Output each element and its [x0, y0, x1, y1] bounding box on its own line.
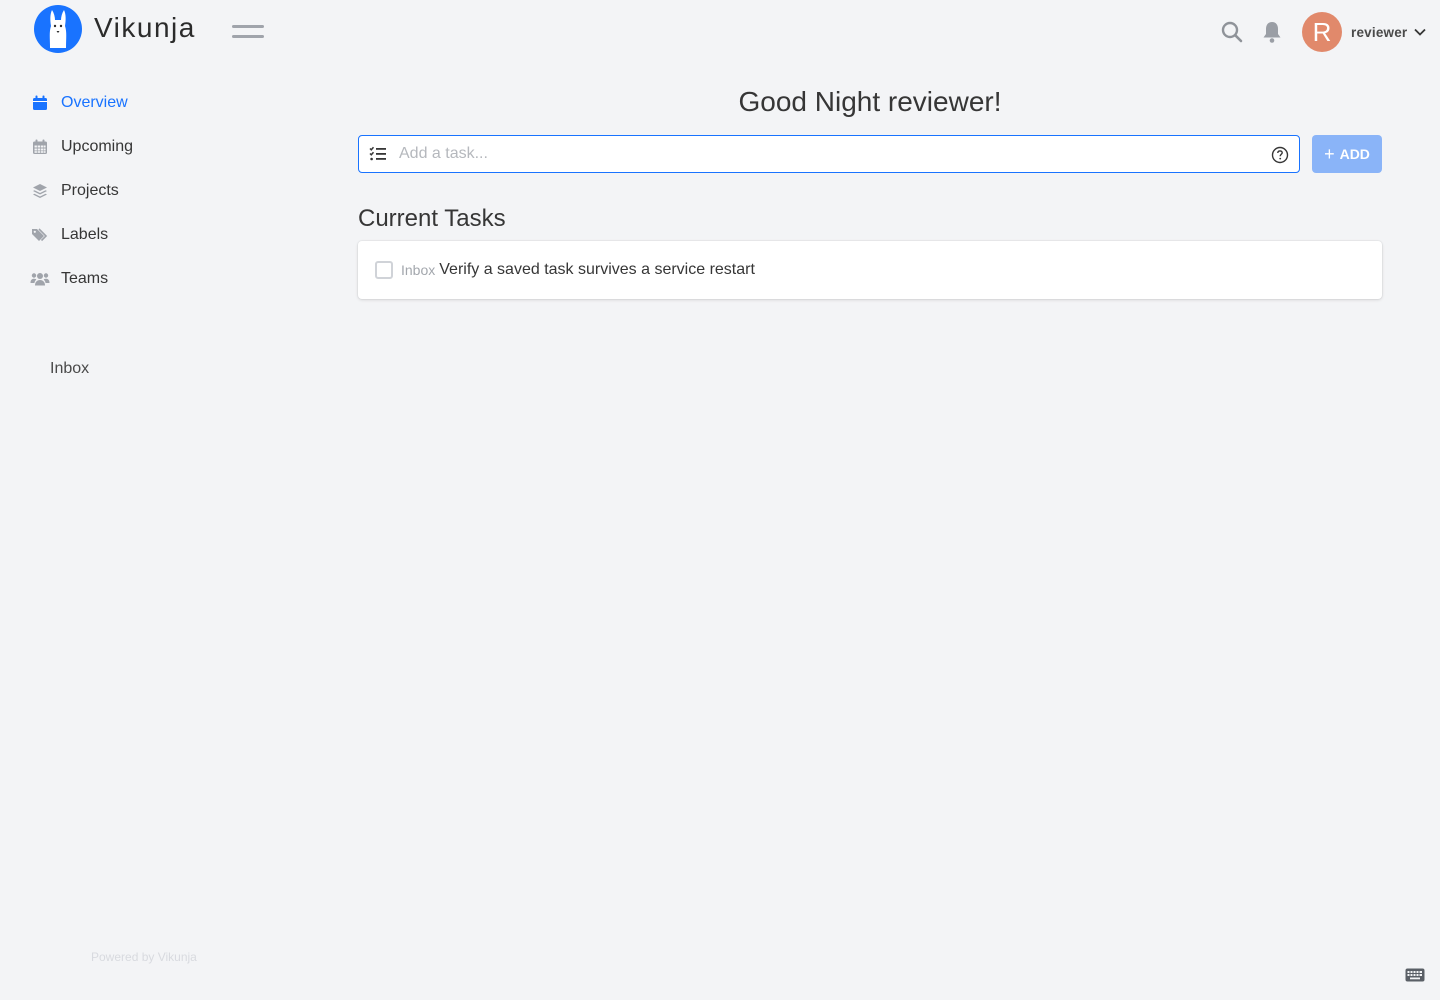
sidebar-item-label: Teams	[61, 270, 109, 287]
task-project-link[interactable]: Inbox	[401, 262, 435, 278]
calendar-icon	[30, 94, 50, 112]
plus-icon: +	[1324, 143, 1335, 164]
section-title: Current Tasks	[358, 205, 506, 232]
sidebar-item-overview[interactable]: Overview	[30, 90, 128, 116]
vikunja-logo[interactable]	[33, 4, 83, 54]
powered-by-footer[interactable]: Powered by Vikunja	[91, 950, 197, 964]
tags-icon	[30, 226, 50, 244]
add-task-button[interactable]: + ADD	[1312, 135, 1382, 173]
hamburger-line	[232, 35, 264, 38]
help-icon[interactable]	[1271, 146, 1289, 164]
username[interactable]: reviewer	[1351, 25, 1407, 40]
sidebar-item-label: Overview	[61, 94, 128, 111]
hamburger-line	[232, 25, 264, 28]
task-item[interactable]: Inbox Verify a saved task survives a ser…	[375, 261, 755, 279]
sidebar-item-projects[interactable]: Projects	[30, 178, 119, 204]
user-menu[interactable]: R reviewer	[1302, 12, 1427, 52]
layers-icon	[30, 182, 50, 200]
sidebar-item-teams[interactable]: Teams	[30, 266, 108, 292]
calendar-grid-icon	[30, 138, 50, 156]
sidebar-item-label: Projects	[61, 182, 119, 199]
chevron-down-icon[interactable]	[1413, 25, 1427, 39]
task-done-checkbox[interactable]	[375, 261, 393, 279]
top-navbar: Vikunja R reviewer	[0, 0, 1440, 64]
menu-toggle-button[interactable]	[230, 22, 266, 42]
search-icon[interactable]	[1220, 20, 1244, 44]
sidebar-item-label: Upcoming	[61, 138, 134, 155]
sidebar-project-inbox[interactable]: Inbox	[50, 360, 89, 378]
sidebar-item-labels[interactable]: Labels	[30, 222, 108, 248]
sidebar-item-upcoming[interactable]: Upcoming	[30, 134, 133, 160]
sidebar-item-label: Labels	[61, 226, 109, 243]
keyboard-icon[interactable]	[1405, 968, 1425, 982]
add-button-label: ADD	[1339, 146, 1370, 162]
page-title: Good Night reviewer!	[738, 86, 1002, 117]
task-list-card: Inbox Verify a saved task survives a ser…	[358, 241, 1382, 299]
add-task-input[interactable]	[399, 142, 1259, 166]
avatar[interactable]: R	[1302, 12, 1342, 52]
bell-icon[interactable]	[1261, 20, 1283, 44]
task-list-icon	[369, 146, 386, 161]
task-title[interactable]: Verify a saved task survives a service r…	[439, 261, 755, 279]
users-icon	[30, 270, 50, 288]
app-name: Vikunja	[94, 12, 196, 43]
add-task-field[interactable]	[358, 135, 1300, 173]
